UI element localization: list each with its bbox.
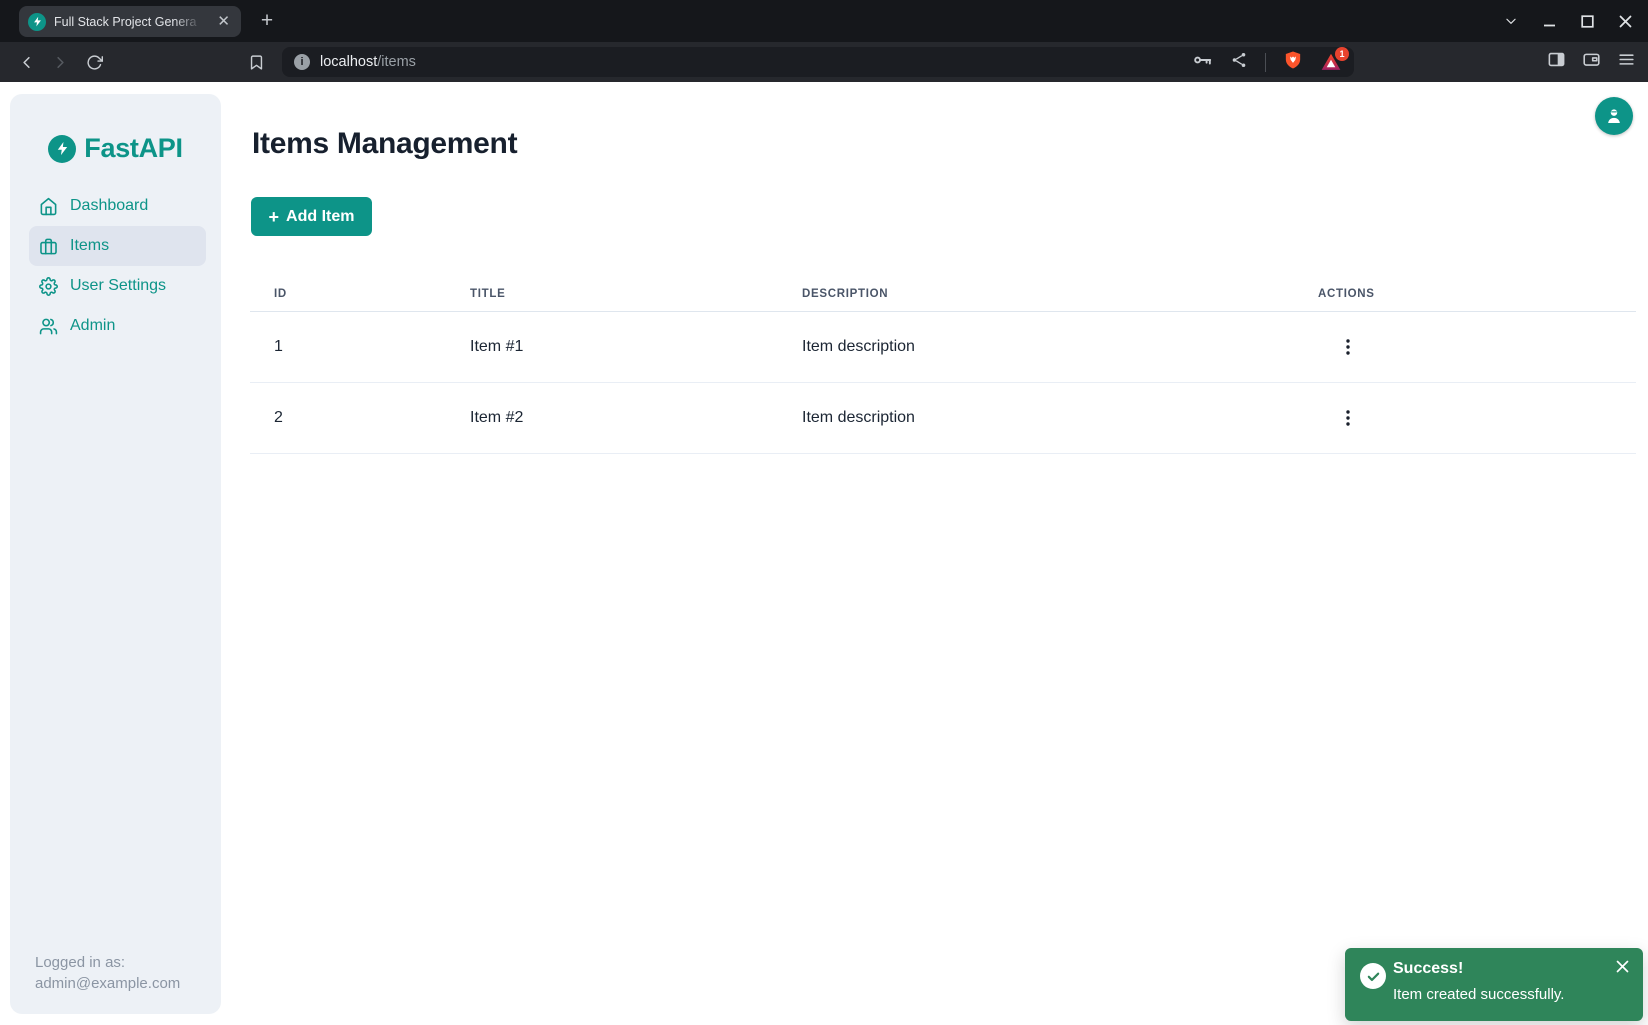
logged-in-email: admin@example.com [35,973,180,994]
sidebar-item-label: Items [70,237,109,255]
cell-id: 1 [250,338,470,356]
window-minimize-button[interactable] [1543,15,1556,28]
items-table: ID TITLE DESCRIPTION ACTIONS 1 Item #1 I… [250,277,1636,454]
page-title: Items Management [252,127,517,161]
new-tab-button[interactable]: + [254,8,280,34]
fastapi-bolt-icon [48,135,76,163]
site-info-icon[interactable]: i [294,54,310,70]
toast-title: Success! [1393,960,1463,978]
browser-toolbar: i localhost/items [0,42,1648,82]
window-maximize-button[interactable] [1581,15,1594,28]
table-header-row: ID TITLE DESCRIPTION ACTIONS [250,277,1636,312]
sidebar-item-label: Admin [70,317,115,335]
browser-window: Full Stack Project Genera ✕ + [0,0,1648,1025]
logo-text: FastAPI [84,133,182,164]
table-row: 2 Item #2 Item description [250,383,1636,454]
url-text: localhost/items [320,54,416,70]
sidebar-item-items[interactable]: Items [29,226,206,266]
brave-shield-icon[interactable] [1283,50,1303,75]
logged-in-label: Logged in as: [35,952,180,973]
table-row: 1 Item #1 Item description [250,312,1636,383]
share-icon[interactable] [1230,51,1248,74]
forward-button[interactable] [44,46,76,78]
tab-search-chevron-icon[interactable] [1504,14,1518,28]
gear-icon [39,277,58,296]
kebab-menu-icon [1340,338,1356,356]
cell-description: Item description [802,409,1318,427]
add-item-button[interactable]: + Add Item [251,197,372,236]
sidebar-item-admin[interactable]: Admin [29,306,206,346]
success-toast: Success! Item created successfully. [1345,948,1643,1021]
users-icon [39,317,58,336]
column-header-description: DESCRIPTION [802,288,1318,300]
sidebar-nav: Dashboard Items User Settings Admin [10,186,221,346]
cell-title: Item #2 [470,409,802,427]
cell-description: Item description [802,338,1318,356]
sidebar-item-label: User Settings [70,277,166,295]
fastapi-logo: FastAPI [10,133,221,164]
app-page: FastAPI Dashboard Items User Settings [0,82,1648,1025]
tab-close-icon[interactable]: ✕ [215,14,232,29]
plus-icon: + [269,208,280,226]
sidebar: FastAPI Dashboard Items User Settings [10,94,221,1014]
logged-in-info: Logged in as: admin@example.com [35,952,180,994]
fastapi-favicon-icon [28,13,46,31]
menu-hamburger-icon[interactable] [1617,50,1636,74]
column-header-id: ID [250,288,470,300]
column-header-actions: ACTIONS [1318,288,1636,300]
window-close-button[interactable] [1619,15,1632,28]
sidebar-item-user-settings[interactable]: User Settings [29,266,206,306]
sidebar-item-label: Dashboard [70,197,148,215]
toast-message: Item created successfully. [1393,986,1564,1003]
column-header-title: TITLE [470,288,802,300]
back-button[interactable] [10,46,42,78]
tab-title: Full Stack Project Genera [54,15,207,29]
row-actions-menu-button[interactable] [1334,405,1362,431]
toolbar-divider [1265,53,1266,72]
reload-button[interactable] [78,46,110,78]
home-icon [39,197,58,216]
user-avatar-icon [1603,105,1625,127]
close-icon [1616,960,1629,973]
bookmark-icon[interactable] [240,46,272,78]
tab-strip: Full Stack Project Genera ✕ + [0,0,1648,42]
address-bar[interactable]: i localhost/items [282,47,1354,77]
browser-tab[interactable]: Full Stack Project Genera ✕ [19,6,241,37]
wallet-icon[interactable] [1582,50,1601,74]
side-panel-icon[interactable] [1547,50,1566,74]
brave-rewards-icon[interactable]: 1 [1320,51,1342,73]
toast-close-button[interactable] [1612,956,1633,980]
kebab-menu-icon [1340,409,1356,427]
briefcase-icon [39,237,58,256]
password-key-icon[interactable] [1193,50,1213,75]
sidebar-item-dashboard[interactable]: Dashboard [29,186,206,226]
cell-title: Item #1 [470,338,802,356]
row-actions-menu-button[interactable] [1334,334,1362,360]
check-circle-icon [1360,963,1386,989]
rewards-badge: 1 [1335,47,1349,61]
user-menu-button[interactable] [1595,97,1633,135]
cell-id: 2 [250,409,470,427]
